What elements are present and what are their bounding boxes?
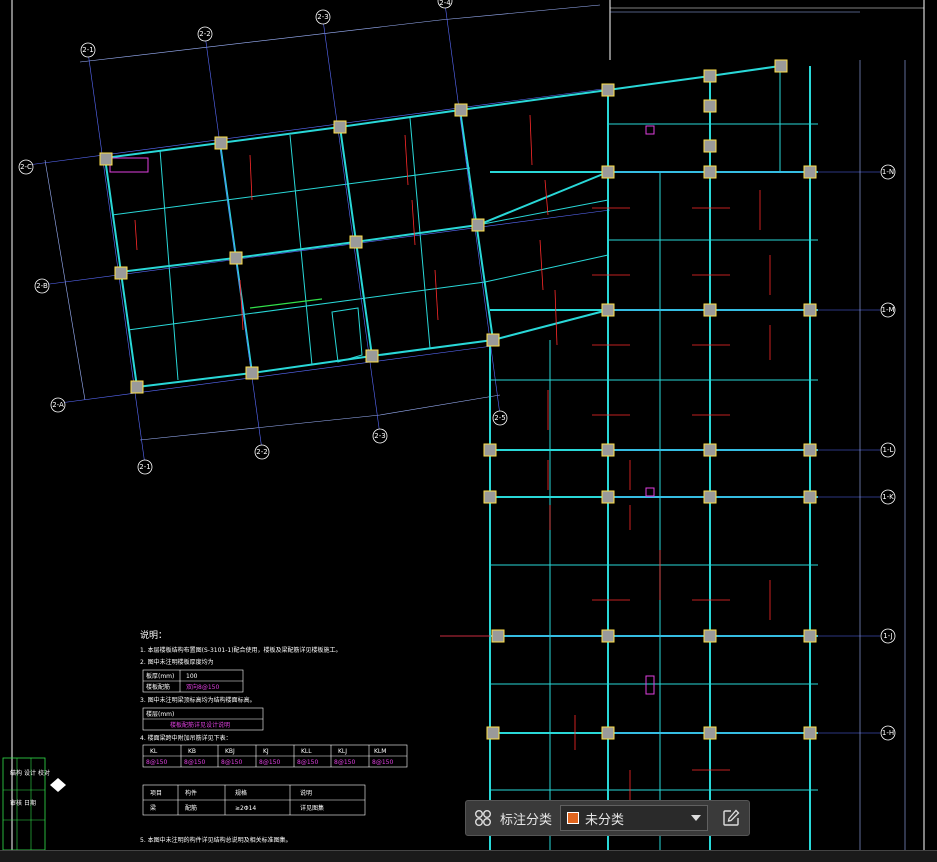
note-line: 4. 楼面梁跨中附加吊筋详见下表： <box>140 734 232 742</box>
title-block-cell: 设计 <box>24 769 36 777</box>
axis-label: 2-5 <box>494 414 505 422</box>
category-color-swatch <box>567 812 580 824</box>
note-line: 5. 本图中未注明的构件详见结构总说明及相关标准图集。 <box>140 836 292 844</box>
table-cell: 详见图集 <box>300 804 324 812</box>
selected-category: 未分类 <box>585 812 625 828</box>
table-cell: 8@150 <box>221 759 242 766</box>
status-bar <box>0 850 937 862</box>
four-circles-icon[interactable] <box>472 807 494 829</box>
axis-label: 2-C <box>20 163 32 171</box>
category-label: 标注分类 <box>500 812 553 828</box>
axis-label: 1-J <box>883 632 892 640</box>
title-block-cell: 结构 <box>10 769 22 777</box>
rotated-wing-plan <box>27 3 781 466</box>
axis-label: 2-3 <box>317 13 328 21</box>
table-header: 项目 <box>150 790 162 797</box>
general-notes: 说明： 1. 本层楼板结构布置图(S-3101-1)配合使用，楼板及梁配筋详见楼… <box>140 629 408 844</box>
table-cell: 楼层(mm) <box>146 710 174 718</box>
axis-label: 2-A <box>52 401 64 409</box>
axis-label: 2-1 <box>82 46 93 54</box>
table-header: KLM <box>374 748 386 755</box>
axis-label: 1-L <box>883 446 894 454</box>
table-header: KLJ <box>338 748 347 755</box>
axis-label: 2-3 <box>374 432 385 440</box>
table-header: KJ <box>263 748 269 755</box>
table-header: KB <box>188 748 196 755</box>
table-cell: 8@150 <box>184 759 205 766</box>
table-cell: 楼板配筋详见设计说明 <box>170 721 230 729</box>
columns <box>99 59 817 740</box>
title-block-cell: 校对 <box>38 769 50 777</box>
table-cell: 双向8@150 <box>186 683 219 691</box>
axis-label: 1-M <box>881 306 894 314</box>
table-header: 说明 <box>300 789 312 797</box>
axis-label: 1-K <box>882 493 894 501</box>
notes-heading: 说明： <box>140 629 167 641</box>
axis-label: 2-4 <box>439 0 451 7</box>
table-cell: 板厚(mm) <box>146 672 174 680</box>
title-block-cell: 审核 <box>10 799 22 807</box>
drawing-frame <box>11 0 925 850</box>
table-header: KBJ <box>225 748 235 755</box>
axis-label: 2-1 <box>139 463 150 471</box>
chevron-down-icon <box>691 815 702 821</box>
table-header: 规格 <box>235 789 247 797</box>
axis-label: 2-2 <box>256 448 267 456</box>
table-header: KL <box>150 748 158 755</box>
title-block-cell: 日期 <box>24 799 36 807</box>
table-cell: 8@150 <box>334 759 355 766</box>
axis-label: 1-N <box>882 168 894 176</box>
axis-label: 1-H <box>882 729 894 737</box>
annotation-category-toolbar: 标注分类 未分类 <box>465 800 750 836</box>
note-line: 3. 图中未注明梁顶标高均为结构楼面标高。 <box>140 696 256 704</box>
table-cell: 梁 <box>150 804 156 812</box>
table-header: KLL <box>301 748 312 755</box>
straight-wing-plan <box>440 11 906 850</box>
table-header: 构件 <box>185 789 197 797</box>
axis-label: 2-2 <box>199 30 210 38</box>
table-cell: 100 <box>186 673 198 680</box>
edit-icon[interactable] <box>720 807 742 829</box>
table-cell: 8@150 <box>259 759 280 766</box>
category-dropdown[interactable]: 未分类 <box>560 805 709 831</box>
axis-label: 2-B <box>36 282 48 290</box>
table-cell: 8@150 <box>297 759 318 766</box>
table-cell: 8@150 <box>146 759 167 766</box>
table-cell: 配筋 <box>185 804 197 812</box>
cad-drawing-canvas[interactable]: 2-1 2-2 2-3 2-4 2-1 2-2 2-3 2-5 2-C 2-B … <box>0 0 937 850</box>
table-cell: 楼板配筋 <box>146 683 170 691</box>
table-cell: 8@150 <box>372 759 393 766</box>
note-line: 2. 图中未注明楼板厚度均为 <box>140 658 214 666</box>
note-line: 1. 本层楼板结构布置图(S-3101-1)配合使用，楼板及梁配筋详见楼板施工。 <box>140 646 342 654</box>
table-cell: ≥2Φ14 <box>235 805 256 812</box>
